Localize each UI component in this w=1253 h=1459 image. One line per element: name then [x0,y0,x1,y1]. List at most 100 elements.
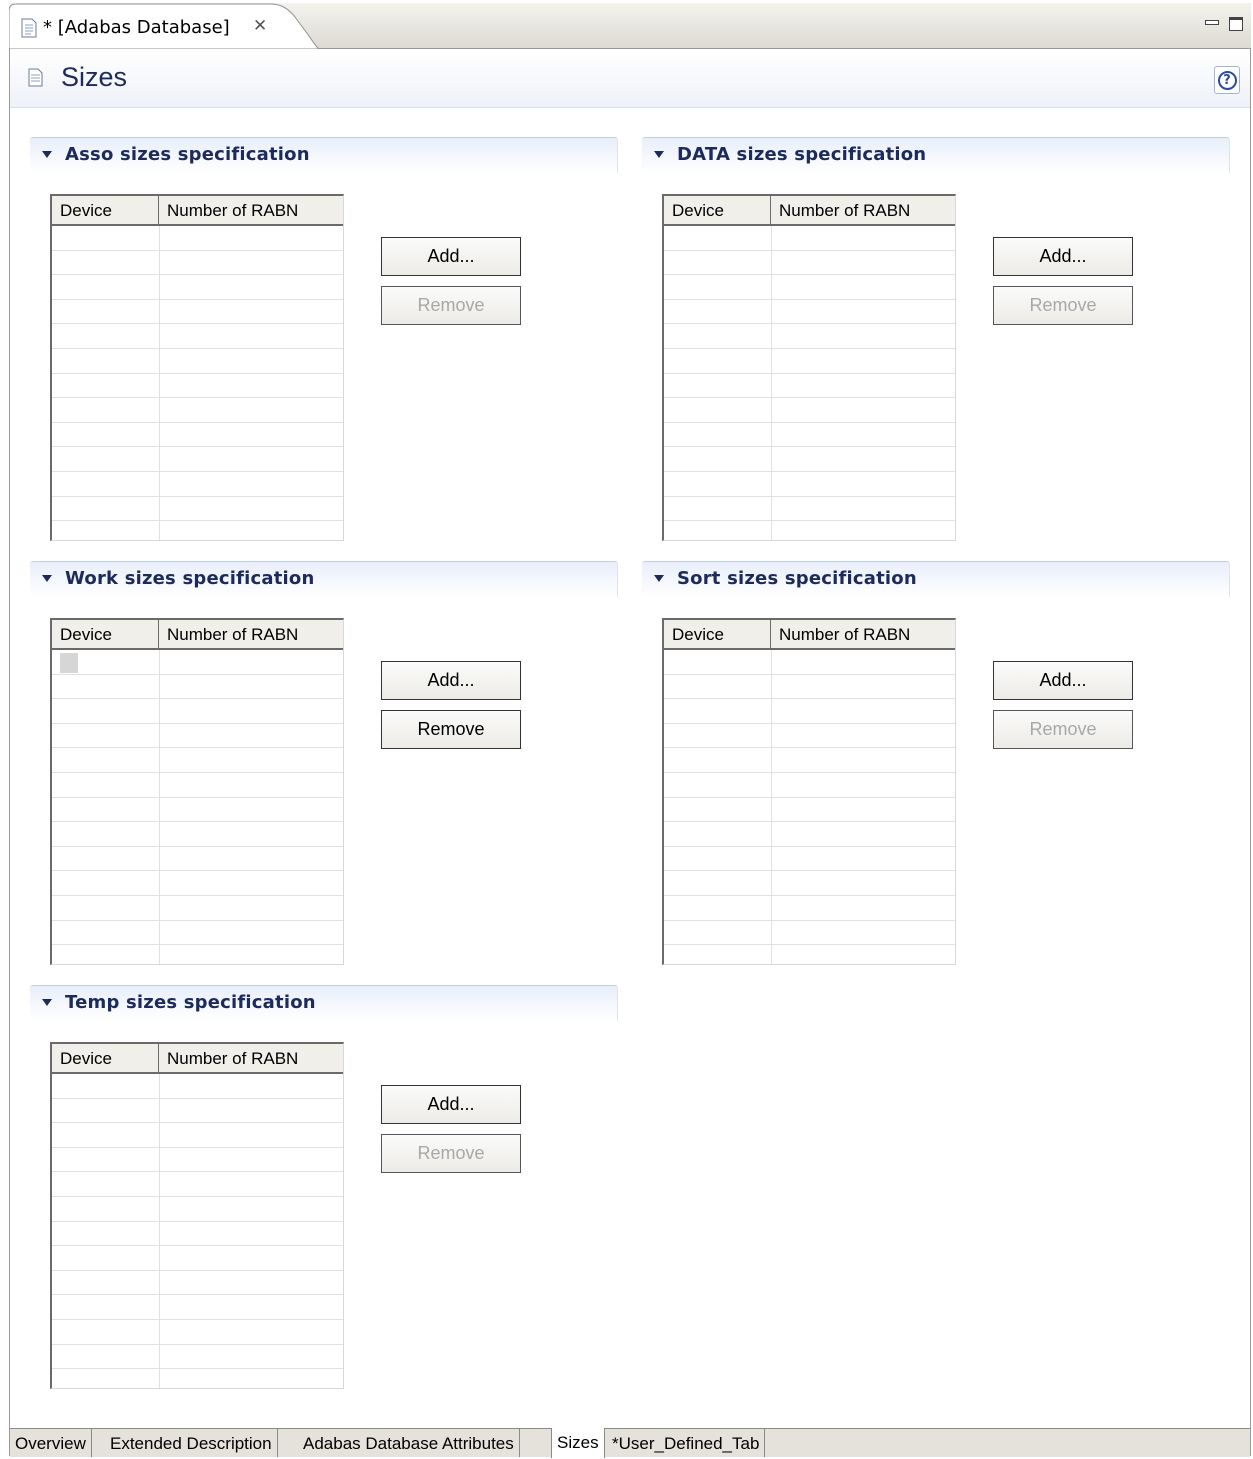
tab-overview[interactable]: Overview [10,1429,92,1457]
table-row[interactable] [664,521,955,540]
table-row[interactable] [52,497,343,522]
help-icon[interactable]: ? [1214,66,1240,94]
table-row[interactable] [52,1222,343,1247]
column-header-rabn[interactable]: Number of RABN [159,196,343,224]
column-header-rabn[interactable]: Number of RABN [771,620,955,648]
table-row[interactable] [52,1123,343,1148]
collapse-caret-icon[interactable] [42,575,52,582]
tab-adabas-database-attributes[interactable]: Adabas Database Attributes [298,1429,520,1457]
table-row[interactable] [52,300,343,325]
table-row[interactable] [664,275,955,300]
table-row[interactable] [664,447,955,472]
add-button[interactable]: Add... [381,1085,521,1124]
table-row[interactable] [52,1074,343,1099]
cell-editor[interactable] [60,653,78,673]
table-row[interactable] [664,349,955,374]
maximize-icon[interactable] [1229,17,1243,31]
table-row[interactable] [52,324,343,349]
remove-button[interactable]: Remove [993,286,1133,325]
table-row[interactable] [664,773,955,798]
table-row[interactable] [52,921,343,946]
section-header-work[interactable]: Work sizes specification [30,561,618,597]
tab-sizes[interactable]: Sizes [551,1428,605,1458]
table-row[interactable] [52,724,343,749]
table-row[interactable] [664,945,955,964]
table-row[interactable] [52,822,343,847]
tab-extended-description[interactable]: Extended Description [105,1429,278,1457]
column-header-rabn[interactable]: Number of RABN [159,1044,343,1072]
table-row[interactable] [52,1246,343,1271]
table-row[interactable] [664,226,955,251]
table-row[interactable] [52,896,343,921]
table-row[interactable] [664,847,955,872]
table-row[interactable] [664,398,955,423]
temp-sizes-table[interactable]: Device Number of RABN [50,1042,344,1389]
column-header-device[interactable]: Device [52,620,159,648]
table-row[interactable] [664,374,955,399]
table-row[interactable] [664,300,955,325]
add-button[interactable]: Add... [381,237,521,276]
table-row[interactable] [664,748,955,773]
table-row[interactable] [52,1345,343,1370]
sort-sizes-table[interactable]: Device Number of RABN [662,618,956,965]
collapse-caret-icon[interactable] [654,151,664,158]
table-row[interactable] [52,798,343,823]
table-row[interactable] [52,1099,343,1124]
table-row[interactable] [52,945,343,964]
table-row[interactable] [664,699,955,724]
table-row[interactable] [664,896,955,921]
tab-user-defined[interactable]: *User_Defined_Tab [607,1429,766,1457]
table-row[interactable] [52,1172,343,1197]
table-row[interactable] [52,675,343,700]
table-row[interactable] [664,472,955,497]
table-row[interactable] [52,847,343,872]
column-header-device[interactable]: Device [52,1044,159,1072]
table-row[interactable] [52,251,343,276]
table-row[interactable] [664,675,955,700]
collapse-caret-icon[interactable] [42,999,52,1006]
table-row[interactable] [52,650,343,675]
editor-tab[interactable]: * [Adabas Database] ✕ [9,3,319,49]
column-header-rabn[interactable]: Number of RABN [159,620,343,648]
column-header-rabn[interactable]: Number of RABN [771,196,955,224]
table-row[interactable] [52,374,343,399]
table-row[interactable] [52,871,343,896]
table-row[interactable] [664,423,955,448]
add-button[interactable]: Add... [993,237,1133,276]
table-row[interactable] [52,1148,343,1173]
table-row[interactable] [52,1320,343,1345]
table-row[interactable] [52,472,343,497]
table-row[interactable] [52,1295,343,1320]
table-row[interactable] [664,324,955,349]
collapse-caret-icon[interactable] [42,151,52,158]
work-sizes-table[interactable]: Device Number of RABN [50,618,344,965]
section-header-asso[interactable]: Asso sizes specification [30,137,618,173]
table-row[interactable] [664,251,955,276]
collapse-caret-icon[interactable] [654,575,664,582]
remove-button[interactable]: Remove [381,710,521,749]
table-row[interactable] [664,871,955,896]
column-header-device[interactable]: Device [52,196,159,224]
add-button[interactable]: Add... [381,661,521,700]
table-row[interactable] [664,650,955,675]
remove-button[interactable]: Remove [381,1134,521,1173]
section-header-sort[interactable]: Sort sizes specification [642,561,1230,597]
table-row[interactable] [664,724,955,749]
table-row[interactable] [52,398,343,423]
close-icon[interactable]: ✕ [253,16,267,36]
table-row[interactable] [52,1197,343,1222]
table-row[interactable] [52,773,343,798]
table-row[interactable] [52,521,343,540]
table-row[interactable] [52,748,343,773]
remove-button[interactable]: Remove [381,286,521,325]
table-row[interactable] [664,921,955,946]
table-row[interactable] [52,275,343,300]
table-row[interactable] [52,423,343,448]
table-row[interactable] [52,447,343,472]
minimize-icon[interactable] [1205,17,1219,31]
table-row[interactable] [52,1271,343,1296]
section-header-temp[interactable]: Temp sizes specification [30,985,618,1021]
asso-sizes-table[interactable]: Device Number of RABN [50,194,344,541]
column-header-device[interactable]: Device [664,620,771,648]
add-button[interactable]: Add... [993,661,1133,700]
